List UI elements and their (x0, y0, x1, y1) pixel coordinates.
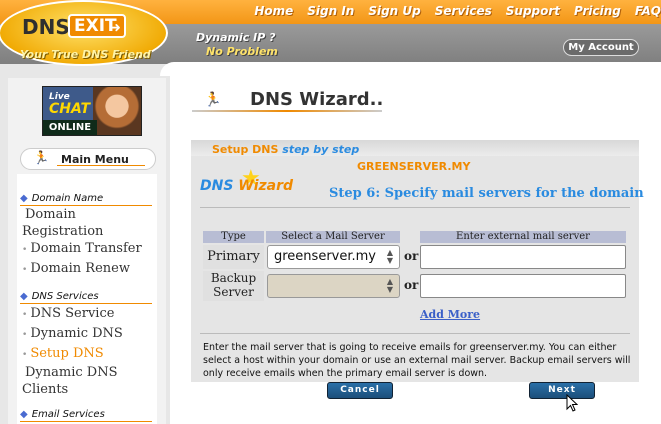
dynamic-ip-text: Dynamic IP ? (196, 31, 276, 44)
bullet-icon: • (22, 310, 28, 320)
or-label: or (404, 249, 419, 263)
select-arrows-icon: ▲ ▼ (386, 248, 393, 265)
menu-item-setup-dns[interactable]: • Setup DNS (22, 346, 104, 363)
menu-section-email-services: ◆ Email Services (20, 409, 105, 420)
menu-item-dynamic-dns[interactable]: • Dynamic DNS (22, 326, 123, 343)
divider (200, 333, 630, 334)
primary-external-server-input[interactable] (420, 245, 626, 269)
row-backup-type: Backup Server (203, 271, 264, 301)
bullet-icon: • (22, 350, 28, 360)
menu-item-domain-registration[interactable]: Domain Registration (22, 207, 142, 239)
add-more-link[interactable]: Add More (420, 308, 480, 321)
menu-section-domain-name: ◆ Domain Name (20, 193, 104, 204)
col-header-select-server: Select a Mail Server (266, 231, 400, 243)
mouse-cursor-icon (566, 394, 578, 412)
nav-support[interactable]: Support (506, 4, 560, 18)
nav-sign-in[interactable]: Sign In (307, 4, 354, 18)
section-divider (20, 303, 152, 304)
primary-selected-value: greenserver.my (274, 249, 376, 264)
main-menu-header: 🏃 Main Menu (20, 148, 156, 170)
menu-person-icon: 🏃 (33, 151, 50, 166)
logo-exit-text: EXIT ➜ (68, 14, 126, 38)
menu-item-dynamic-dns-clients[interactable]: Dynamic DNS Clients (22, 365, 132, 397)
no-problem-text: No Problem (206, 45, 278, 58)
live-chat-online: ONLINE (43, 120, 97, 135)
menu-item-domain-renew[interactable]: • Domain Renew (22, 261, 130, 278)
top-nav: Home Sign In Sign Up Services Support Pr… (254, 4, 661, 18)
row-primary-type: Primary (203, 245, 264, 269)
select-arrows-icon: ▲ ▼ (386, 277, 393, 294)
live-chat-line2: CHAT (49, 101, 91, 117)
diamond-icon: ◆ (20, 409, 28, 420)
diamond-icon: ◆ (20, 291, 28, 302)
section-divider (20, 421, 152, 422)
backup-external-server-input[interactable] (420, 274, 626, 298)
wizard-person-icon: 🏃 (204, 92, 222, 108)
site-logo[interactable]: DNS EXIT ➜ Your True DNS Friend (0, 0, 168, 66)
dns-wizard-logo: DNS Wizard (200, 178, 294, 194)
domain-hostname: GREENSERVER.MY (357, 160, 471, 173)
menu-section-dns-services: ◆ DNS Services (20, 291, 99, 302)
divider (200, 207, 630, 208)
title-underline (192, 110, 382, 112)
header-curve (160, 62, 661, 76)
or-label: or (404, 278, 419, 292)
nav-sign-up[interactable]: Sign Up (368, 4, 420, 18)
menu-item-dns-service[interactable]: • DNS Service (22, 306, 114, 323)
exit-arrow-icon: ➜ (109, 20, 121, 36)
nav-pricing[interactable]: Pricing (574, 4, 621, 18)
diamond-icon: ◆ (20, 193, 28, 204)
logo-tagline: Your True DNS Friend (20, 48, 151, 61)
nav-faq[interactable]: FAQ (635, 4, 661, 18)
page-title: DNS Wizard.. (250, 89, 384, 110)
next-button[interactable]: Next (529, 382, 595, 399)
help-text: Enter the mail server that is going to r… (203, 342, 631, 379)
section-divider (20, 205, 152, 206)
support-agent-avatar (93, 87, 141, 135)
live-chat-banner[interactable]: Live CHAT ONLINE (42, 86, 142, 136)
my-account-button[interactable]: My Account (563, 39, 639, 56)
nav-services[interactable]: Services (435, 4, 492, 18)
col-header-type: Type (203, 231, 264, 243)
bullet-icon: • (22, 265, 28, 275)
menu-item-domain-transfer[interactable]: • Domain Transfer (22, 241, 142, 258)
primary-mail-server-select[interactable]: greenserver.my ▲ ▼ (267, 245, 400, 269)
step-title: Step 6: Specify mail servers for the dom… (329, 186, 644, 201)
col-header-external-server: Enter external mail server (420, 231, 626, 243)
nav-home[interactable]: Home (254, 4, 293, 18)
backup-mail-server-select[interactable]: ▲ ▼ (267, 274, 400, 298)
bullet-icon: • (22, 245, 28, 255)
logo-dns-text: DNS (22, 15, 70, 39)
wizard-tab-label: Setup DNS step by step (212, 143, 360, 156)
bullet-icon: • (22, 330, 28, 340)
main-menu-title: Main Menu (61, 153, 129, 166)
cancel-button[interactable]: Cancel (327, 382, 393, 399)
